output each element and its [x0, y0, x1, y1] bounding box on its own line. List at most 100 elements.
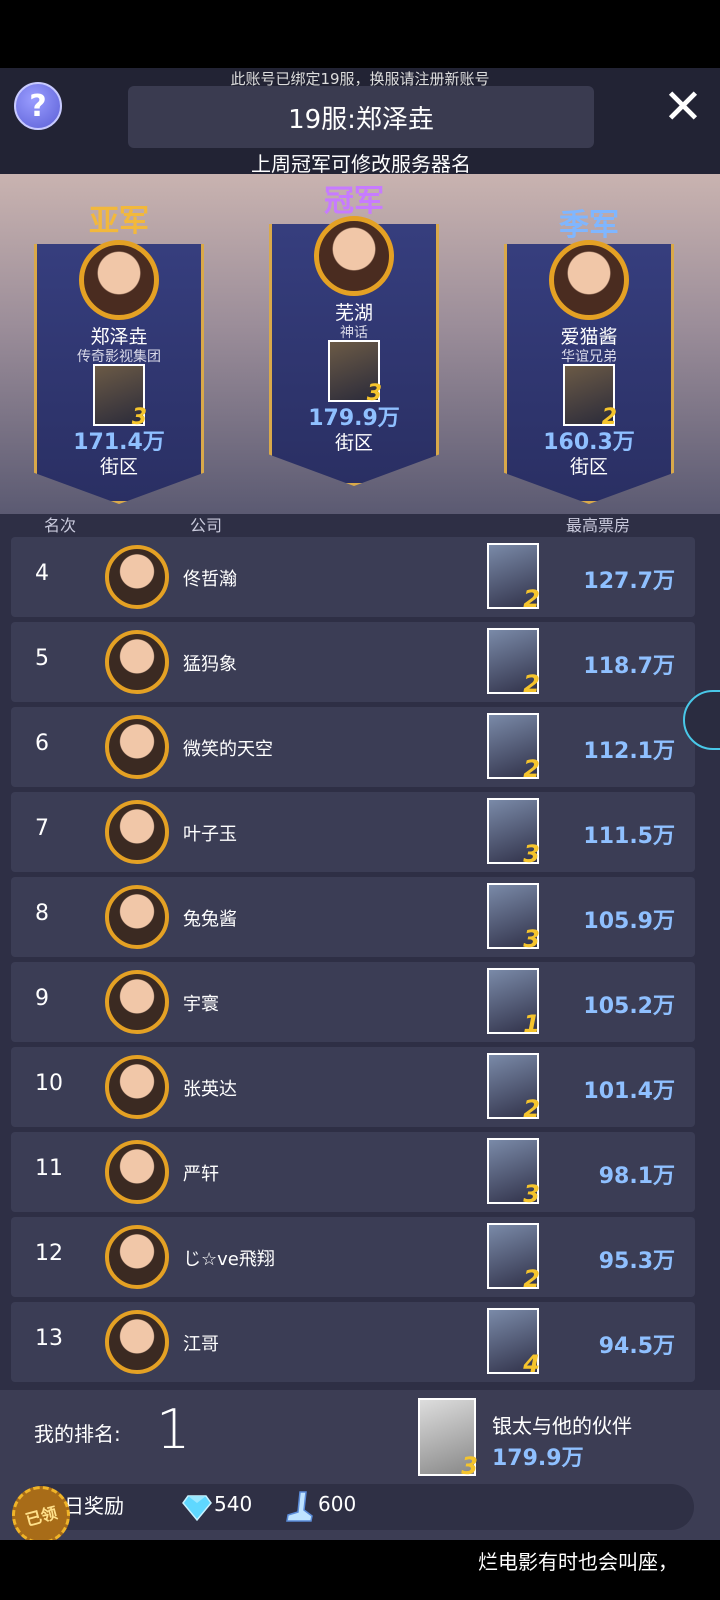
- my-box-office: 179.9万: [492, 1446, 584, 1471]
- movie-card[interactable]: 1: [487, 968, 540, 1038]
- box-office-value: 112.1万: [583, 739, 675, 764]
- table-row[interactable]: 6 微笑的天空 2 112.1万: [11, 707, 695, 787]
- boot-amount: 600: [318, 1492, 357, 1516]
- podium-title-third: 季军: [559, 208, 619, 243]
- movie-card[interactable]: 2: [563, 364, 617, 430]
- company-name: 江哥: [183, 1334, 219, 1355]
- company-name: 微笑的天空: [183, 739, 273, 760]
- movie-card[interactable]: 3: [487, 883, 540, 953]
- podium: 亚军 郑泽垚 传奇影视集团 3 171.4万 街区 冠军 芜湖 神话 3 179…: [0, 174, 720, 514]
- column-box-office: 最高票房: [566, 516, 631, 535]
- my-company-name: 银太与他的伙伴: [492, 1414, 632, 1438]
- diamond-amount: 540: [214, 1492, 253, 1516]
- help-button[interactable]: ?: [14, 82, 62, 130]
- column-company: 公司: [190, 516, 223, 535]
- podium-genre-second: 街区: [99, 456, 138, 478]
- table-row[interactable]: 10 张英达 2 101.4万: [11, 1047, 695, 1127]
- level-badge: 2: [523, 755, 540, 783]
- avatar[interactable]: [105, 970, 169, 1034]
- company-name: じ☆ve飛翔: [183, 1249, 275, 1270]
- table-row[interactable]: 11 严轩 3 98.1万: [11, 1132, 695, 1212]
- movie-card[interactable]: 3: [487, 1138, 540, 1208]
- server-title: 19服:郑泽垚: [128, 86, 594, 148]
- close-icon: ✕: [662, 79, 704, 135]
- movie-card[interactable]: 3: [418, 1398, 478, 1480]
- rank-number: 10: [35, 1071, 63, 1096]
- movie-card[interactable]: 2: [487, 1053, 540, 1123]
- avatar[interactable]: [105, 630, 169, 694]
- podium-company-second: 传奇影视集团: [77, 349, 161, 365]
- podium-title-second: 亚军: [89, 204, 149, 239]
- table-row[interactable]: 12 じ☆ve飛翔 2 95.3万: [11, 1217, 695, 1297]
- level-badge: 3: [461, 1452, 478, 1480]
- table-row[interactable]: 7 叶子玉 3 111.5万: [11, 792, 695, 872]
- level-badge: 1: [523, 1010, 540, 1038]
- avatar[interactable]: [105, 800, 169, 864]
- rank-number: 7: [35, 816, 49, 841]
- level-badge: 3: [523, 1180, 540, 1208]
- box-office-value: 101.4万: [583, 1079, 675, 1104]
- level-badge: 2: [523, 1095, 540, 1123]
- podium-company-third: 华谊兄弟: [561, 349, 617, 365]
- company-name: 佟哲瀚: [183, 569, 237, 590]
- company-name: 张英达: [183, 1079, 237, 1100]
- avatar[interactable]: [79, 240, 159, 320]
- rank-number: 8: [35, 901, 49, 926]
- movie-card[interactable]: 3: [487, 798, 540, 868]
- movie-card[interactable]: 3: [328, 340, 382, 406]
- level-badge: 2: [523, 585, 540, 613]
- movie-card[interactable]: 2: [487, 1223, 540, 1293]
- rank-number: 12: [35, 1241, 63, 1266]
- avatar[interactable]: [105, 1310, 169, 1374]
- reward-bar: [24, 1484, 694, 1530]
- table-row[interactable]: 4 佟哲瀚 2 127.7万: [11, 537, 695, 617]
- box-office-value: 94.5万: [598, 1334, 675, 1359]
- boot-icon: [286, 1491, 313, 1522]
- question-icon: ?: [29, 88, 47, 124]
- status-bar: [0, 0, 720, 68]
- table-row[interactable]: 9 宇寰 1 105.2万: [11, 962, 695, 1042]
- avatar[interactable]: [105, 1140, 169, 1204]
- level-badge: 3: [523, 925, 540, 953]
- avatar[interactable]: [314, 216, 394, 296]
- box-office-value: 105.9万: [583, 909, 675, 934]
- podium-name-third: 爱猫酱: [560, 326, 618, 348]
- movie-card[interactable]: 2: [487, 713, 540, 783]
- server-subtitle: 上周冠军可修改服务器名: [251, 152, 471, 176]
- movie-card[interactable]: 4: [487, 1308, 540, 1378]
- company-name: 宇寰: [183, 994, 219, 1015]
- podium-title-first: 冠军: [324, 184, 384, 219]
- close-button[interactable]: ✕: [660, 83, 706, 131]
- rank-number: 5: [35, 646, 49, 671]
- podium-genre-first: 街区: [334, 432, 373, 454]
- level-badge: 4: [523, 1350, 540, 1378]
- movie-card[interactable]: 3: [93, 364, 147, 430]
- company-name: 兔兔酱: [183, 909, 237, 930]
- avatar[interactable]: [105, 885, 169, 949]
- avatar[interactable]: [105, 1055, 169, 1119]
- movie-card[interactable]: 2: [487, 628, 540, 698]
- table-row[interactable]: 5 猛犸象 2 118.7万: [11, 622, 695, 702]
- rank-number: 4: [35, 561, 49, 586]
- avatar[interactable]: [105, 1225, 169, 1289]
- my-rank-value: 1: [156, 1398, 191, 1461]
- rank-number: 9: [35, 986, 49, 1011]
- podium-name-first: 芜湖: [334, 302, 373, 324]
- company-name: 猛犸象: [183, 654, 237, 675]
- rank-number: 11: [35, 1156, 63, 1181]
- diamond-icon: [182, 1495, 212, 1522]
- level-badge: 3: [523, 840, 540, 868]
- rank-number: 13: [35, 1326, 63, 1351]
- level-badge: 2: [523, 1265, 540, 1293]
- avatar[interactable]: [105, 545, 169, 609]
- table-row[interactable]: 13 江哥 4 94.5万: [11, 1302, 695, 1382]
- ticker-text: 烂电影有时也会叫座，: [478, 1550, 678, 1574]
- avatar[interactable]: [105, 715, 169, 779]
- avatar[interactable]: [549, 240, 629, 320]
- table-row[interactable]: 8 兔兔酱 3 105.9万: [11, 877, 695, 957]
- box-office-value: 98.1万: [598, 1164, 675, 1189]
- podium-genre-third: 街区: [569, 456, 608, 478]
- box-office-value: 105.2万: [583, 994, 675, 1019]
- box-office-value: 118.7万: [583, 654, 675, 679]
- movie-card[interactable]: 2: [487, 543, 540, 613]
